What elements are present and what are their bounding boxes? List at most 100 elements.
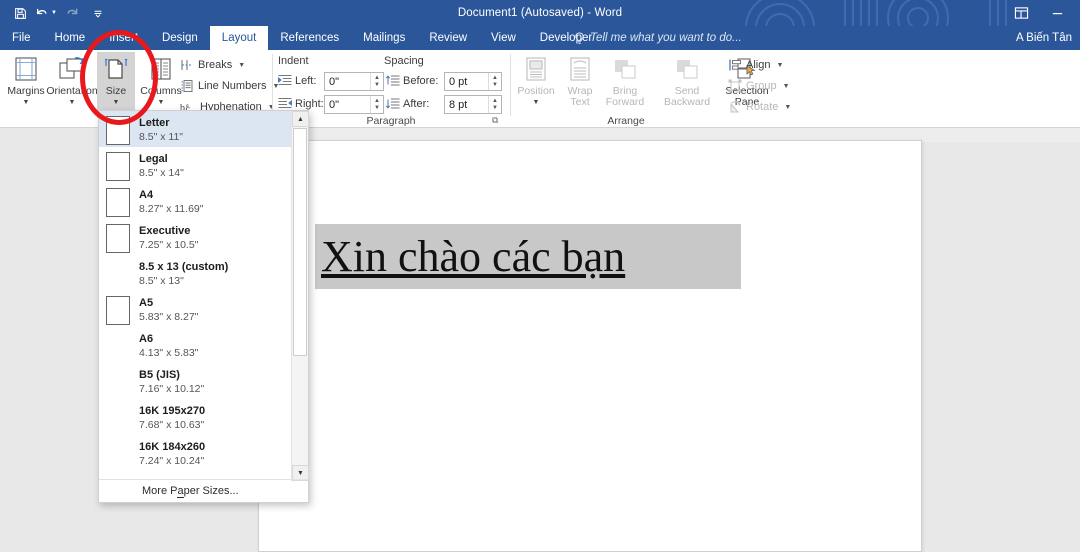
- size-option-dims: 7.16" x 10.12": [139, 383, 205, 395]
- indent-left-input[interactable]: 0" ▲ ▼: [324, 72, 384, 91]
- size-option-a4[interactable]: A4 8.27" x 11.69": [99, 183, 291, 219]
- position-icon: [524, 52, 548, 86]
- bring-forward-label-bottom: Forward: [605, 96, 645, 108]
- scrollbar-thumb[interactable]: [293, 128, 307, 356]
- tell-me-box[interactable]: Tell me what you want to do...: [574, 26, 742, 50]
- columns-label: Columns: [140, 85, 182, 97]
- spacing-after-icon: [386, 98, 400, 109]
- indent-left-icon: [278, 75, 292, 85]
- size-option-dims: 7.24" x 10.24": [139, 455, 205, 467]
- columns-icon: [148, 52, 174, 86]
- tell-me-label: Tell me what you want to do...: [590, 32, 742, 44]
- margins-caret-icon[interactable]: ▼: [23, 98, 30, 107]
- group-caret-icon[interactable]: ▼: [783, 83, 790, 90]
- indent-right-icon: [278, 98, 292, 108]
- tab-file[interactable]: File: [0, 26, 43, 50]
- size-dropdown-list: Letter 8.5" x 11" Legal 8.5" x 14" A4 8.…: [99, 111, 291, 481]
- tab-layout[interactable]: Layout: [209, 26, 269, 50]
- scroll-up-arrow-icon[interactable]: ▲: [292, 111, 309, 127]
- tab-home[interactable]: Home: [43, 26, 98, 50]
- size-option-dims: 8.5" x 11": [139, 131, 184, 143]
- align-command[interactable]: Align ▼: [728, 55, 783, 75]
- tab-design[interactable]: Design: [150, 26, 210, 50]
- indent-left-stepper[interactable]: ▲ ▼: [370, 73, 383, 90]
- tab-mailings[interactable]: Mailings: [351, 26, 417, 50]
- size-option-name: B5 (JIS): [139, 369, 180, 381]
- more-paper-sizes-item[interactable]: More Pa per Sizes...: [99, 479, 308, 502]
- size-option-name: 16K 195x270: [139, 405, 206, 417]
- group-label: Group: [746, 80, 777, 92]
- selected-text-highlight[interactable]: Xin chào các bạn: [315, 224, 741, 289]
- size-option-legal[interactable]: Legal 8.5" x 14": [99, 147, 291, 183]
- size-option-name: Letter: [139, 117, 170, 129]
- rotate-caret-icon[interactable]: ▼: [784, 104, 791, 111]
- tab-view[interactable]: View: [479, 26, 528, 50]
- ribbon-display-options-icon[interactable]: [1010, 3, 1032, 23]
- document-page[interactable]: Xin chào các bạn: [258, 140, 922, 552]
- spacing-before-input[interactable]: 0 pt ▲ ▼: [444, 72, 502, 91]
- dropdown-scrollbar[interactable]: ▲ ▼: [291, 111, 309, 481]
- breaks-command[interactable]: Breaks ▼: [180, 55, 245, 75]
- spacing-after-stepper[interactable]: ▲ ▼: [488, 96, 501, 113]
- columns-caret-icon[interactable]: ▼: [158, 98, 165, 107]
- size-option-16k-184x260[interactable]: 16K 184x260 7.24" x 10.24": [99, 435, 291, 471]
- orientation-icon: [58, 52, 86, 86]
- size-option-16k-195x270[interactable]: 16K 195x270 7.68" x 10.63": [99, 399, 291, 435]
- word-window: ▼ Document1 (Autosaved) - Word File Home…: [0, 0, 1080, 552]
- size-option-name: 8.5 x 13 (custom): [139, 261, 229, 273]
- rotate-icon: [730, 101, 741, 113]
- line-numbers-command[interactable]: Line Numbers ▼: [180, 76, 279, 96]
- size-option-executive[interactable]: Executive 7.25" x 10.5": [99, 219, 291, 255]
- size-option-a5[interactable]: A5 5.83" x 8.27": [99, 291, 291, 327]
- tab-references[interactable]: References: [268, 26, 351, 50]
- orientation-caret-icon[interactable]: ▼: [69, 98, 76, 107]
- group-command[interactable]: Group ▼: [728, 76, 790, 96]
- indent-left-label: Left:: [295, 75, 317, 87]
- page-thumbnail-icon: [106, 224, 130, 253]
- group-separator: [272, 54, 273, 116]
- breaks-icon: [181, 60, 191, 70]
- position-label: Position: [517, 85, 555, 97]
- size-option-a6[interactable]: A6 4.13" x 5.83": [99, 327, 291, 363]
- tab-review[interactable]: Review: [417, 26, 479, 50]
- breaks-caret-icon[interactable]: ▼: [238, 62, 245, 69]
- paragraph-dialog-launcher[interactable]: ⧉: [492, 115, 504, 127]
- indent-left-value: 0": [329, 75, 340, 88]
- send-backward-label-bottom: Backward: [663, 96, 711, 108]
- indent-right-input[interactable]: 0" ▲ ▼: [324, 95, 384, 114]
- page-thumbnail-icon: [106, 188, 130, 217]
- indent-header: Indent: [278, 55, 309, 67]
- indent-right-value: 0": [329, 98, 340, 111]
- align-caret-icon[interactable]: ▼: [776, 62, 783, 69]
- rotate-command[interactable]: Rotate ▼: [728, 97, 791, 117]
- minimize-icon[interactable]: [1046, 3, 1068, 23]
- spacing-after-input[interactable]: 8 pt ▲ ▼: [444, 95, 502, 114]
- margins-icon: [13, 52, 39, 86]
- position-caret-icon[interactable]: ▼: [533, 98, 540, 107]
- ribbon-group-paragraph: Indent Spacing Left: 0" ▲ ▼ Right: 0" ▲ ▼: [276, 50, 506, 128]
- rotate-label: Rotate: [746, 101, 779, 113]
- tab-insert[interactable]: Insert: [97, 26, 150, 50]
- size-option-8p5x13-custom[interactable]: 8.5 x 13 (custom) 8.5" x 13": [99, 255, 291, 291]
- send-backward-icon: [674, 52, 700, 86]
- spacing-before-stepper[interactable]: ▲ ▼: [488, 73, 501, 90]
- spacing-after-label: After:: [403, 98, 430, 110]
- line-numbers-label: Line Numbers: [198, 80, 267, 92]
- ribbon-tabs: File Home Insert Design Layout Reference…: [0, 26, 604, 50]
- margins-button[interactable]: Margins ▼: [0, 52, 52, 118]
- size-option-dims: 7.68" x 10.63": [139, 419, 205, 431]
- size-option-letter[interactable]: Letter 8.5" x 11": [99, 111, 291, 147]
- size-option-b5-jis[interactable]: B5 (JIS) 7.16" x 10.12": [99, 363, 291, 399]
- bring-forward-button[interactable]: Bring Forward: [594, 52, 656, 118]
- title-bar: ▼ Document1 (Autosaved) - Word: [0, 0, 1080, 50]
- account-name[interactable]: A Biến Tân: [1016, 26, 1072, 50]
- size-option-name: 16K 184x260: [139, 441, 206, 453]
- size-caret-icon[interactable]: ▼: [113, 98, 120, 107]
- orientation-button[interactable]: Orientation ▼: [46, 52, 98, 118]
- wrap-text-icon: [568, 52, 592, 86]
- indent-right-stepper[interactable]: ▲ ▼: [370, 96, 383, 113]
- send-backward-button[interactable]: Send Backward: [656, 52, 718, 118]
- size-dropdown-menu[interactable]: Letter 8.5" x 11" Legal 8.5" x 14" A4 8.…: [98, 110, 309, 503]
- size-option-name: A5: [139, 297, 154, 309]
- size-button[interactable]: Size ▼: [97, 52, 135, 118]
